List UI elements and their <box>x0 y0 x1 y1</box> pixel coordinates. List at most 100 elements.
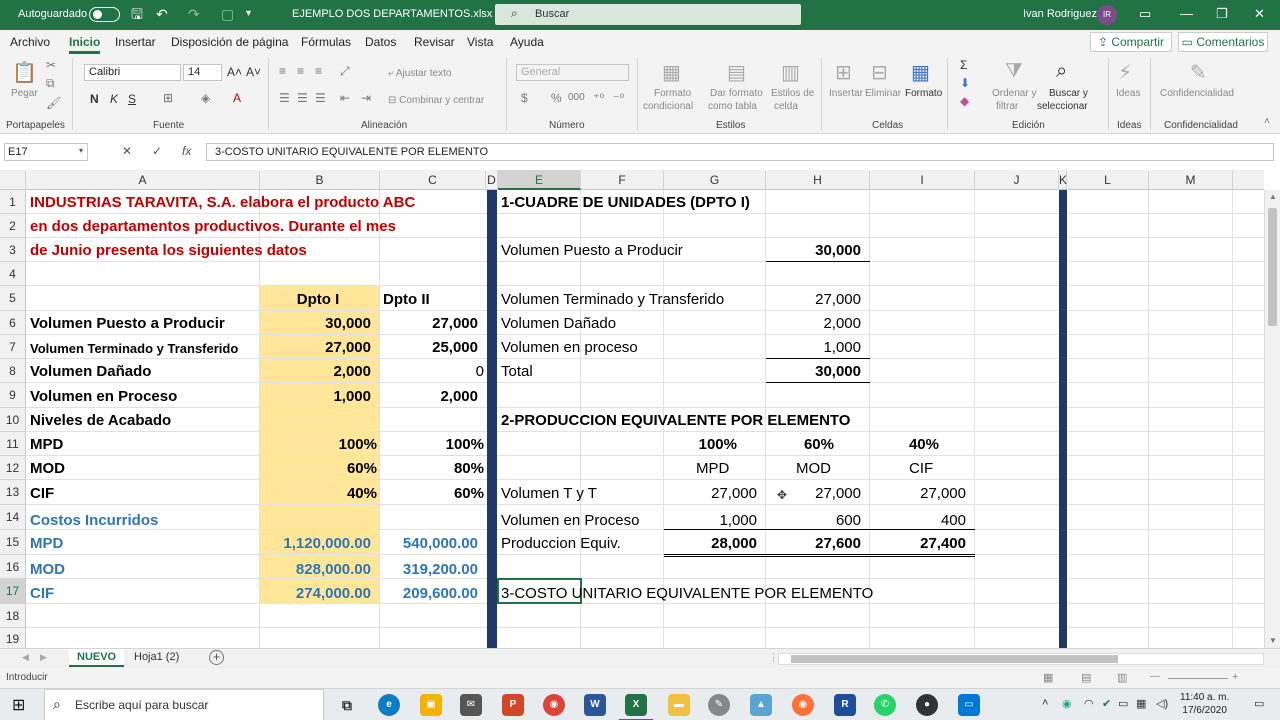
row-header-18[interactable]: 18 <box>0 604 26 628</box>
edge-icon[interactable]: e <box>378 694 400 716</box>
recorder-icon[interactable]: ● <box>916 694 938 716</box>
fill-icon[interactable]: ⬇ <box>960 76 970 90</box>
sheet-tab-nuevo[interactable]: NUEVO <box>69 649 125 667</box>
ribbon-display-icon[interactable]: ▭ <box>1139 6 1151 22</box>
name-box[interactable]: E17 <box>4 143 88 161</box>
row-header-3[interactable]: 3 <box>0 238 26 262</box>
clear-icon[interactable]: ◆ <box>960 94 969 108</box>
sheet-tab-hoja1-2[interactable]: Hoja1 (2) <box>126 649 187 667</box>
cell-a13[interactable]: CIF <box>30 485 54 502</box>
settings-app-icon[interactable]: ✎ <box>708 694 730 716</box>
battery-icon[interactable]: ▭ <box>1118 697 1128 710</box>
cell-h11[interactable]: 60% <box>766 436 834 453</box>
tab-inicio[interactable]: Inicio <box>69 35 101 54</box>
cell-i14[interactable]: 400 <box>870 512 966 529</box>
powerpoint-icon[interactable]: P <box>502 694 524 716</box>
name-box-dropdown-icon[interactable]: ▾ <box>79 146 83 155</box>
sensitivity-icon[interactable]: ✎ <box>1190 60 1207 85</box>
spreadsheet-grid[interactable]: A B C D E F G H I J K L M 1 2 3 4 5 6 7 … <box>0 170 1280 650</box>
file-explorer-icon[interactable]: ▬ <box>668 694 690 716</box>
vertical-scrollbar[interactable]: ▲ ▼ <box>1264 190 1280 650</box>
cell-h6[interactable]: 2,000 <box>766 315 861 332</box>
cell-e3[interactable]: Volumen Puesto a Producir <box>501 242 683 259</box>
cell-e1[interactable]: 1-CUADRE DE UNIDADES (DPTO I) <box>501 194 750 211</box>
col-header-l[interactable]: L <box>1067 170 1149 190</box>
cell-a14[interactable]: Costos Incurridos <box>30 512 158 529</box>
col-header-b[interactable]: B <box>260 170 380 190</box>
cell-a8[interactable]: Volumen Dañado <box>30 363 151 380</box>
minimize-icon[interactable]: — <box>1180 6 1193 21</box>
row-header-19[interactable]: 19 <box>0 628 26 650</box>
italic-button[interactable]: K <box>110 92 118 106</box>
cell-b6[interactable]: 30,000 <box>260 315 371 332</box>
store-icon[interactable]: ▣ <box>420 694 442 716</box>
select-all-corner[interactable] <box>0 170 26 190</box>
cell-h7[interactable]: 1,000 <box>766 339 861 356</box>
cell-g12[interactable]: MPD <box>696 460 729 477</box>
save-icon[interactable]: 🖫 <box>131 5 143 23</box>
cell-h8[interactable]: 30,000 <box>766 363 861 380</box>
cell-a15[interactable]: MPD <box>30 535 63 552</box>
cell-e13[interactable]: Volumen T y T <box>501 485 597 502</box>
zoom-slider[interactable] <box>1168 678 1228 679</box>
add-sheet-icon[interactable]: + <box>209 650 224 665</box>
increase-indent-icon[interactable]: ⇥ <box>361 91 371 105</box>
cell-i11[interactable]: 40% <box>870 436 939 453</box>
cell-a7[interactable]: Volumen Terminado y Transferido <box>30 340 238 357</box>
cell-a10[interactable]: Niveles de Acabado <box>30 412 171 429</box>
cell-e8[interactable]: Total <box>501 363 533 380</box>
sort-filter-icon[interactable]: ⧩ <box>1005 60 1023 83</box>
print-preview-icon[interactable]: ▢ <box>221 5 234 23</box>
cell-a16[interactable]: MOD <box>30 561 65 578</box>
tab-disposicion[interactable]: Disposición de página <box>171 35 288 49</box>
cell-b7[interactable]: 27,000 <box>260 339 371 356</box>
cell-c6[interactable]: 27,000 <box>380 315 478 332</box>
photos-icon[interactable]: ▲ <box>750 694 772 716</box>
delete-cells-icon[interactable]: ⊟ <box>871 60 888 85</box>
cell-c17[interactable]: 209,600.00 <box>380 585 478 602</box>
font-size-select[interactable]: 14 <box>183 64 222 81</box>
close-icon[interactable]: ✕ <box>1254 6 1265 22</box>
format-cells-icon[interactable]: ▦ <box>911 60 930 85</box>
copy-icon[interactable]: ⧉ <box>46 76 55 91</box>
formula-input[interactable]: 3-COSTO UNITARIO EQUIVALENTE POR ELEMENT… <box>206 143 1274 161</box>
page-break-icon[interactable]: ▥ <box>1117 671 1127 684</box>
cell-b13[interactable]: 40% <box>260 485 377 502</box>
page-layout-icon[interactable]: ▤ <box>1081 671 1091 684</box>
cell-b8[interactable]: 2,000 <box>260 363 371 380</box>
restore-icon[interactable]: ❐ <box>1216 6 1228 22</box>
increase-decimal-icon[interactable]: ⁺⁰ <box>593 91 604 105</box>
ideas-icon[interactable]: ⚡ <box>1118 60 1132 85</box>
cell-a2[interactable]: en dos departamentos productivos. Durant… <box>30 218 396 235</box>
cell-h3[interactable]: 30,000 <box>766 242 861 259</box>
cell-a1[interactable]: INDUSTRIAS TARAVITA, S.A. elabora el pro… <box>30 194 415 211</box>
whatsapp-icon[interactable]: ✆ <box>874 694 896 716</box>
cell-a11[interactable]: MPD <box>30 436 63 453</box>
avatar[interactable]: IR <box>1097 5 1117 25</box>
row-header-12[interactable]: 12 <box>0 456 26 480</box>
cell-i12[interactable]: CIF <box>909 460 933 477</box>
cancel-icon[interactable]: ✕ <box>122 144 132 158</box>
tab-vista[interactable]: Vista <box>467 35 493 49</box>
chrome-icon[interactable]: ◉ <box>543 694 565 716</box>
cell-i13[interactable]: 27,000 <box>870 485 966 502</box>
readiris-icon[interactable]: R <box>834 694 856 716</box>
cell-b5[interactable]: Dpto I <box>260 291 376 308</box>
row-header-9[interactable]: 9 <box>0 383 26 408</box>
cell-c7[interactable]: 25,000 <box>380 339 478 356</box>
cell-a17[interactable]: CIF <box>30 585 54 602</box>
sheet-prev-icon[interactable]: ◀ <box>22 652 29 663</box>
share-button[interactable]: ⇪ Compartir <box>1090 32 1172 52</box>
merge-center-button[interactable]: ⊟ Combinar y centrar <box>388 95 484 106</box>
collapse-ribbon-icon[interactable]: ˄ <box>1264 116 1270 127</box>
cell-e17[interactable]: 3-COSTO UNITARIO EQUIVALENTE POR ELEMENT… <box>501 585 873 602</box>
network-icon[interactable]: ▦ <box>1136 697 1146 710</box>
check-icon[interactable]: ✔ <box>1102 697 1111 710</box>
cell-b12[interactable]: 60% <box>260 460 377 477</box>
vertical-scroll-thumb[interactable] <box>1268 208 1277 326</box>
col-header-g[interactable]: G <box>664 170 766 190</box>
cell-c16[interactable]: 319,200.00 <box>380 561 478 578</box>
insert-cells-icon[interactable]: ⊞ <box>835 60 852 85</box>
cell-b9[interactable]: 1,000 <box>260 388 371 405</box>
align-middle-icon[interactable]: ≡ <box>297 64 304 78</box>
